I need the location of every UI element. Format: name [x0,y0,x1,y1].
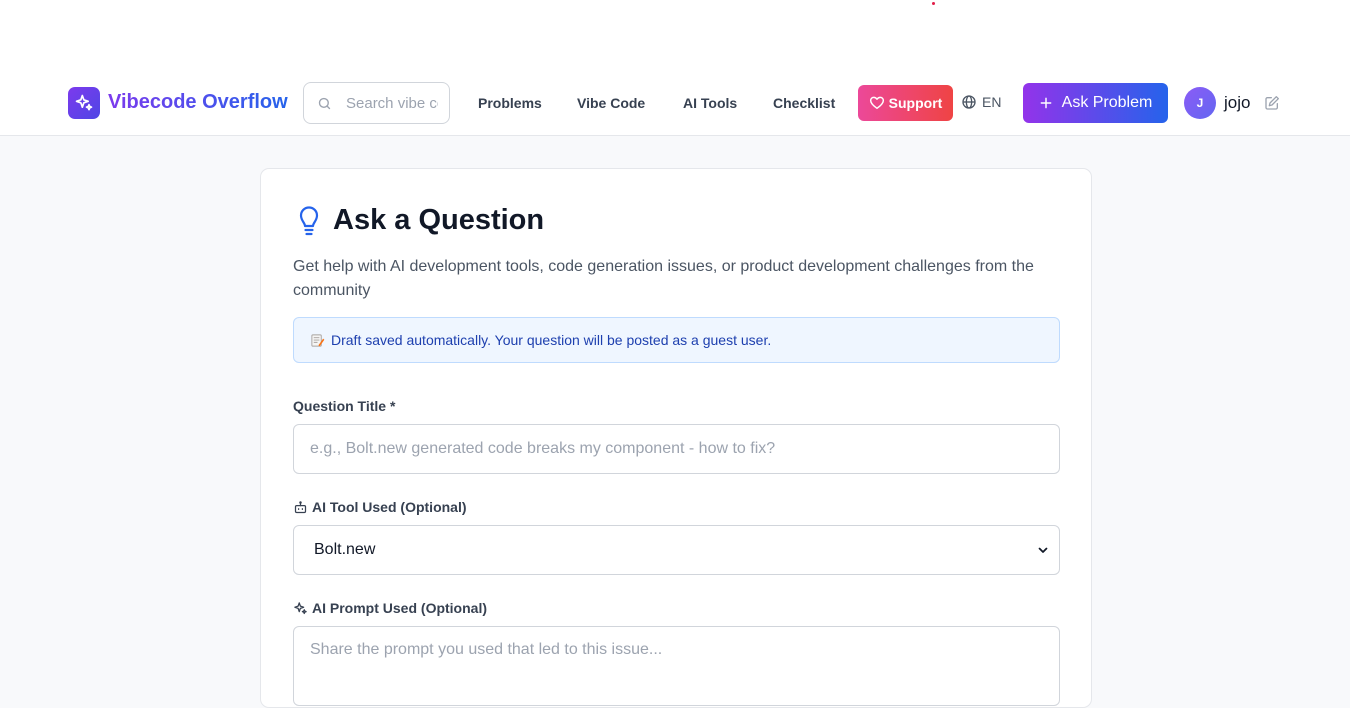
memo-icon [311,333,325,347]
avatar[interactable]: J [1184,87,1216,119]
search-icon [318,97,331,109]
edit-icon[interactable] [1264,95,1280,116]
navbar: Vibecode Overflow Problems Vibe Code AI … [0,70,1350,136]
brand-name[interactable]: Vibecode Overflow [108,91,288,114]
question-title-input[interactable] [293,424,1060,474]
nav-link-ai-tools[interactable]: AI Tools [683,95,737,111]
nav-link-problems[interactable]: Problems [478,95,542,111]
page-subtitle: Get help with AI development tools, code… [293,258,1034,299]
ai-tool-label-text: AI Tool Used (Optional) [312,499,467,515]
question-title-label: Question Title * [293,398,396,414]
language-switcher[interactable]: EN [961,94,1001,110]
ai-prompt-label: AI Prompt Used (Optional) [293,600,487,616]
plus-icon [1040,97,1052,109]
nav-link-checklist[interactable]: Checklist [773,95,835,111]
globe-icon [962,95,976,109]
draft-notice: Draft saved automatically. Your question… [293,317,1060,363]
support-label: Support [888,95,943,111]
draft-notice-text: Draft saved automatically. Your question… [331,332,772,348]
ai-prompt-label-text: AI Prompt Used (Optional) [312,600,487,616]
page-title: Ask a Question [333,204,545,236]
ai-prompt-textarea[interactable] [293,626,1060,706]
heart-icon [869,96,884,110]
ai-tool-select[interactable]: Bolt.new [293,525,1060,575]
support-button[interactable]: Support [858,85,953,121]
search-input[interactable] [346,94,438,112]
nav-link-vibe-code[interactable]: Vibe Code [577,95,645,111]
top-blank-area [0,0,1350,70]
ask-problem-label: Ask Problem [1061,94,1153,111]
search-box[interactable] [303,82,450,124]
sparkles-icon [294,601,307,614]
ask-problem-button[interactable]: Ask Problem [1023,83,1168,123]
sparkles-logo-icon[interactable] [68,87,100,119]
ai-tool-selected-value: Bolt.new [314,541,376,558]
lightbulb-icon [297,205,321,242]
bot-icon [294,500,307,513]
username[interactable]: jojo [1224,93,1250,113]
loading-dot [932,2,935,5]
chevron-down-icon [1038,547,1048,553]
ask-question-card: Ask a Question Get help with AI developm… [260,168,1092,708]
ai-tool-label: AI Tool Used (Optional) [293,499,467,515]
language-label: EN [982,94,1002,110]
